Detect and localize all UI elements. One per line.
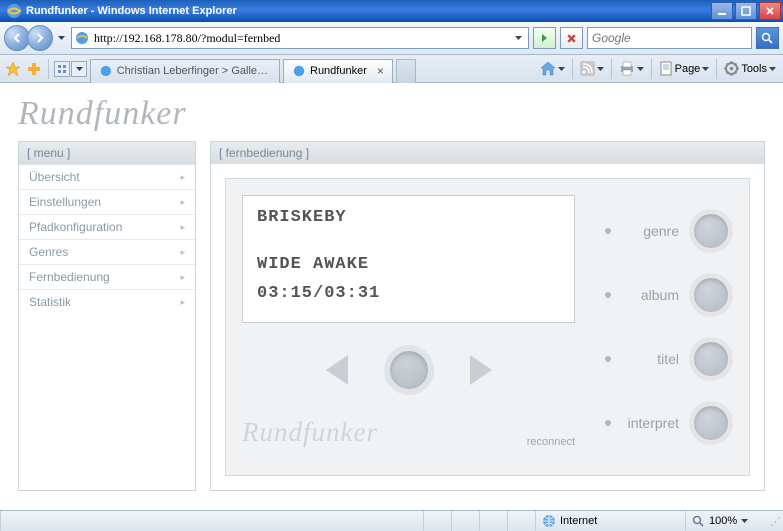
now-playing-display: BRISKEBY WIDE AWAKE 03:15/03:31 [242,195,575,323]
control-label-titel: titel [621,351,679,367]
print-button[interactable] [616,58,647,80]
security-zone[interactable]: Internet [535,511,685,531]
menu-item-statistik[interactable]: Statistik▸ [19,289,195,314]
control-label-album: album [621,287,679,303]
reconnect-link[interactable]: reconnect [527,436,575,448]
tab-gallery[interactable]: Christian Leberfinger > Gallery... [90,59,280,83]
tools-menu-button[interactable]: Tools [721,58,779,80]
interpret-knob[interactable] [689,401,733,445]
window-titlebar: Rundfunker - Windows Internet Explorer [0,0,783,22]
display-time: 03:15/03:31 [257,284,560,303]
url-dropdown[interactable] [510,36,526,40]
genre-knob[interactable] [689,209,733,253]
navigation-bar [0,22,783,55]
address-bar[interactable] [71,27,529,49]
album-knob[interactable] [689,273,733,317]
zoom-icon [692,515,705,528]
indicator-dot [605,228,611,234]
quick-tabs[interactable] [54,61,87,77]
prev-button[interactable] [326,355,348,385]
tab-close-icon[interactable]: × [377,64,384,78]
ie-icon [99,64,113,78]
tab-toolbar: Christian Leberfinger > Gallery... Rundf… [0,55,783,83]
status-text [0,511,423,531]
search-button[interactable] [756,27,779,49]
stop-button[interactable] [560,27,583,49]
indicator-dot [605,420,611,426]
brand-logo: Rundfunker [18,95,765,133]
page-icon [74,30,90,46]
control-label-interpret: interpret [621,415,679,431]
url-input[interactable] [94,31,510,46]
forward-button[interactable] [27,25,53,51]
maximize-button[interactable] [735,2,757,20]
chevron-right-icon: ▸ [180,222,185,233]
menu-item-genres[interactable]: Genres▸ [19,239,195,264]
home-button[interactable] [537,58,568,80]
tab-label: Rundfunker [310,65,367,77]
chevron-right-icon: ▸ [180,272,185,283]
tools-menu-label: Tools [741,63,767,75]
indicator-dot [605,356,611,362]
page-menu-button[interactable]: Page [656,58,713,80]
titel-knob[interactable] [689,337,733,381]
tab-label: Christian Leberfinger > Gallery... [117,65,271,77]
search-input[interactable] [592,31,749,45]
page-menu-label: Page [675,63,701,75]
indicator-dot [605,292,611,298]
search-box[interactable] [587,27,752,49]
chevron-right-icon: ▸ [180,247,185,258]
chevron-down-icon [741,519,748,523]
chevron-right-icon: ▸ [180,172,185,183]
favorites-icon[interactable] [4,60,22,78]
status-bar: Internet 100% ⋰ [0,510,783,531]
ie-icon [292,64,306,78]
window-title: Rundfunker - Windows Internet Explorer [26,5,237,17]
device-logo: Rundfunker [242,417,378,448]
ie-icon [6,3,22,19]
control-label-genre: genre [621,223,679,239]
resize-grip[interactable]: ⋰ [767,515,783,528]
play-button[interactable] [384,345,434,395]
page-content: Rundfunker [ menu ] Übersicht▸ Einstellu… [0,83,783,510]
menu-item-fernbedienung[interactable]: Fernbedienung▸ [19,264,195,289]
remote-header: [ fernbedienung ] [211,142,764,164]
go-button[interactable] [533,27,556,49]
menu-item-uebersicht[interactable]: Übersicht▸ [19,164,195,189]
tab-rundfunker[interactable]: Rundfunker × [283,59,393,83]
menu-panel: [ menu ] Übersicht▸ Einstellungen▸ Pfadk… [18,141,196,491]
nav-history-dropdown[interactable] [55,25,67,51]
new-tab-button[interactable] [396,59,416,83]
display-title: WIDE AWAKE [257,255,560,274]
chevron-right-icon: ▸ [180,297,185,308]
globe-icon [542,514,556,528]
display-artist: BRISKEBY [257,208,560,227]
next-button[interactable] [470,355,492,385]
close-button[interactable] [759,2,781,20]
feeds-button[interactable] [577,58,607,80]
remote-panel: [ fernbedienung ] BRISKEBY WIDE AWAKE 03… [210,141,765,491]
add-favorite-icon[interactable] [25,60,43,78]
chevron-right-icon: ▸ [180,197,185,208]
minimize-button[interactable] [711,2,733,20]
menu-item-einstellungen[interactable]: Einstellungen▸ [19,189,195,214]
zoom-control[interactable]: 100% [685,511,767,531]
menu-header: [ menu ] [19,142,195,164]
menu-item-pfadkonfiguration[interactable]: Pfadkonfiguration▸ [19,214,195,239]
